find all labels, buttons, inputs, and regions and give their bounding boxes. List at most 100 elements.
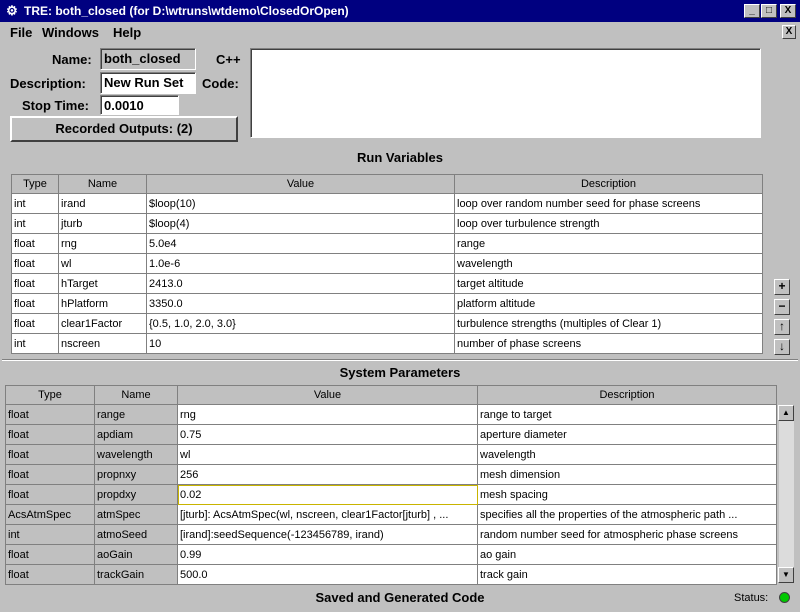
table-row[interactable]: int irand $loop(10) loop over random number…: [11, 193, 763, 214]
name-cell[interactable]: hTarget: [58, 273, 147, 294]
description-cell[interactable]: wavelength: [454, 253, 763, 274]
type-cell[interactable]: AcsAtmSpec: [5, 504, 95, 525]
type-cell[interactable]: int: [11, 333, 59, 354]
maximize-button[interactable]: □: [761, 4, 777, 18]
type-cell[interactable]: float: [5, 444, 95, 465]
column-header-description[interactable]: Description: [477, 385, 777, 405]
value-cell[interactable]: $loop(4): [146, 213, 455, 234]
type-cell[interactable]: float: [11, 273, 59, 294]
type-cell[interactable]: float: [11, 293, 59, 314]
value-cell[interactable]: 1.0e-6: [146, 253, 455, 274]
description-cell[interactable]: random number seed for atmospheric phase…: [477, 524, 777, 545]
description-cell[interactable]: range to target: [477, 404, 777, 425]
type-cell[interactable]: float: [5, 484, 95, 505]
description-cell[interactable]: number of phase screens: [454, 333, 763, 354]
column-header-description[interactable]: Description: [454, 174, 763, 194]
type-cell[interactable]: float: [5, 544, 95, 565]
close-button[interactable]: X: [780, 4, 796, 18]
description-cell[interactable]: loop over turbulence strength: [454, 213, 763, 234]
document-close-button[interactable]: X: [782, 25, 796, 39]
description-cell[interactable]: target altitude: [454, 273, 763, 294]
stop-time-field[interactable]: 0.0010: [100, 95, 179, 115]
type-cell[interactable]: float: [5, 424, 95, 445]
value-cell[interactable]: wl: [177, 444, 478, 465]
description-field[interactable]: New Run Set: [100, 72, 196, 94]
type-cell[interactable]: float: [11, 233, 59, 254]
value-cell[interactable]: {0.5, 1.0, 2.0, 3.0}: [146, 313, 455, 334]
recorded-outputs-button[interactable]: Recorded Outputs: (2): [10, 116, 238, 142]
table-row[interactable]: float wl 1.0e-6 wavelength: [11, 253, 763, 274]
value-cell[interactable]: 0.75: [177, 424, 478, 445]
table-row[interactable]: float trackGain 500.0 track gain: [5, 564, 777, 585]
value-cell[interactable]: rng: [177, 404, 478, 425]
value-cell[interactable]: 2413.0: [146, 273, 455, 294]
table-row[interactable]: float hTarget 2413.0 target altitude: [11, 273, 763, 294]
name-cell[interactable]: rng: [58, 233, 147, 254]
type-cell[interactable]: float: [5, 564, 95, 585]
menu-file[interactable]: File: [10, 25, 32, 40]
value-cell[interactable]: [irand]:seedSequence(-123456789, irand): [177, 524, 478, 545]
move-down-button[interactable]: ↓: [774, 339, 790, 355]
column-header-value[interactable]: Value: [177, 385, 478, 405]
code-textarea[interactable]: [250, 48, 761, 138]
menu-windows[interactable]: Windows: [42, 25, 99, 40]
value-cell[interactable]: 256: [177, 464, 478, 485]
scroll-up-arrow-icon[interactable]: ▲: [778, 405, 794, 421]
name-cell[interactable]: irand: [58, 193, 147, 214]
type-cell[interactable]: float: [5, 464, 95, 485]
type-cell[interactable]: int: [11, 213, 59, 234]
column-header-type[interactable]: Type: [11, 174, 59, 194]
name-cell[interactable]: jturb: [58, 213, 147, 234]
menu-help[interactable]: Help: [113, 25, 141, 40]
name-cell[interactable]: nscreen: [58, 333, 147, 354]
table-row[interactable]: float wavelength wl wavelength: [5, 444, 777, 465]
column-header-value[interactable]: Value: [146, 174, 455, 194]
vertical-scrollbar[interactable]: [778, 405, 794, 583]
table-row[interactable]: float propnxy 256 mesh dimension: [5, 464, 777, 485]
add-row-button[interactable]: +: [774, 279, 790, 295]
splitter[interactable]: [2, 359, 798, 361]
name-cell[interactable]: wavelength: [94, 444, 178, 465]
description-cell[interactable]: mesh spacing: [477, 484, 777, 505]
value-cell[interactable]: 0.02: [177, 484, 478, 505]
name-cell[interactable]: atmSpec: [94, 504, 178, 525]
description-cell[interactable]: mesh dimension: [477, 464, 777, 485]
value-cell[interactable]: 0.99: [177, 544, 478, 565]
saved-generated-code-title[interactable]: Saved and Generated Code: [0, 590, 800, 605]
table-row[interactable]: int jturb $loop(4) loop over turbulence str…: [11, 213, 763, 234]
description-cell[interactable]: loop over random number seed for phase s…: [454, 193, 763, 214]
name-cell[interactable]: wl: [58, 253, 147, 274]
table-row[interactable]: float range rng range to target: [5, 404, 777, 425]
name-cell[interactable]: propdxy: [94, 484, 178, 505]
description-cell[interactable]: specifies all the properties of the atmo…: [477, 504, 777, 525]
type-cell[interactable]: int: [11, 193, 59, 214]
name-cell[interactable]: hPlatform: [58, 293, 147, 314]
description-cell[interactable]: track gain: [477, 564, 777, 585]
name-cell[interactable]: apdiam: [94, 424, 178, 445]
value-cell[interactable]: [jturb]: AcsAtmSpec(wl, nscreen, clear1F…: [177, 504, 478, 525]
name-field[interactable]: both_closed: [100, 48, 196, 70]
value-cell[interactable]: $loop(10): [146, 193, 455, 214]
description-cell[interactable]: turbulence strengths (multiples of Clear…: [454, 313, 763, 334]
table-row[interactable]: AcsAtmSpec atmSpec [jturb]: AcsAtmSpec(wl,…: [5, 504, 777, 525]
table-row[interactable]: float hPlatform 3350.0 platform altitude: [11, 293, 763, 314]
name-cell[interactable]: propnxy: [94, 464, 178, 485]
column-header-name[interactable]: Name: [58, 174, 147, 194]
minimize-button[interactable]: _: [744, 4, 760, 18]
name-cell[interactable]: atmoSeed: [94, 524, 178, 545]
table-row[interactable]: float clear1Factor {0.5, 1.0, 2.0, 3.0} tur…: [11, 313, 763, 334]
name-cell[interactable]: trackGain: [94, 564, 178, 585]
name-cell[interactable]: clear1Factor: [58, 313, 147, 334]
name-cell[interactable]: range: [94, 404, 178, 425]
description-cell[interactable]: range: [454, 233, 763, 254]
table-row[interactable]: int atmoSeed [irand]:seedSequence(-1234567…: [5, 524, 777, 545]
type-cell[interactable]: float: [5, 404, 95, 425]
value-cell[interactable]: 500.0: [177, 564, 478, 585]
move-up-button[interactable]: ↑: [774, 319, 790, 335]
description-cell[interactable]: platform altitude: [454, 293, 763, 314]
scroll-down-arrow-icon[interactable]: ▼: [778, 567, 794, 583]
table-row[interactable]: float apdiam 0.75 aperture diameter: [5, 424, 777, 445]
table-row[interactable]: float rng 5.0e4 range: [11, 233, 763, 254]
remove-row-button[interactable]: −: [774, 299, 790, 315]
type-cell[interactable]: float: [11, 253, 59, 274]
